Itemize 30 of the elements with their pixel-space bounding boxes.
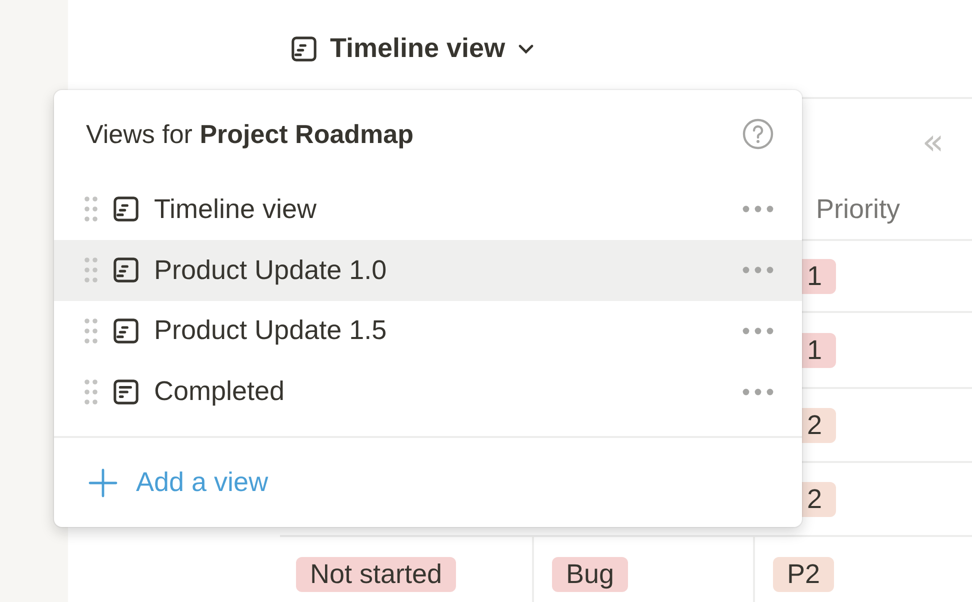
chevron-down-icon (517, 42, 536, 54)
timeline-icon (112, 256, 140, 284)
more-icon[interactable] (742, 388, 774, 396)
view-item[interactable]: Product Update 1.0 (54, 240, 802, 300)
priority-tag: P2 (773, 556, 834, 592)
column-header: Priority (816, 194, 902, 225)
more-icon[interactable] (742, 266, 774, 274)
view-item[interactable]: Product Update 1.5 (54, 300, 802, 362)
help-icon[interactable] (742, 118, 774, 150)
plus-icon (88, 468, 118, 498)
timeline-icon (112, 195, 140, 224)
timeline-icon (112, 316, 140, 345)
view-label: Product Update 1.5 (154, 315, 388, 346)
drag-handle-icon[interactable] (84, 257, 98, 283)
view-switcher-button[interactable]: Timeline view (290, 33, 536, 64)
status-tag: Not started (296, 556, 456, 592)
more-icon[interactable] (742, 205, 774, 214)
list-icon (112, 378, 140, 406)
view-item[interactable]: Timeline view (54, 178, 802, 240)
drag-handle-icon[interactable] (84, 378, 98, 405)
view-item[interactable]: Completed (54, 361, 802, 422)
drag-handle-icon[interactable] (84, 318, 98, 344)
view-label: Timeline view (154, 194, 318, 225)
view-label: Completed (154, 376, 286, 408)
view-label: Product Update 1.0 (154, 254, 388, 286)
menu-title: Views for Project Roadmap (86, 118, 414, 150)
timeline-icon (290, 34, 318, 62)
type-tag: Bug (552, 556, 628, 592)
more-icon[interactable] (742, 326, 774, 335)
drag-handle-icon[interactable] (84, 196, 98, 222)
